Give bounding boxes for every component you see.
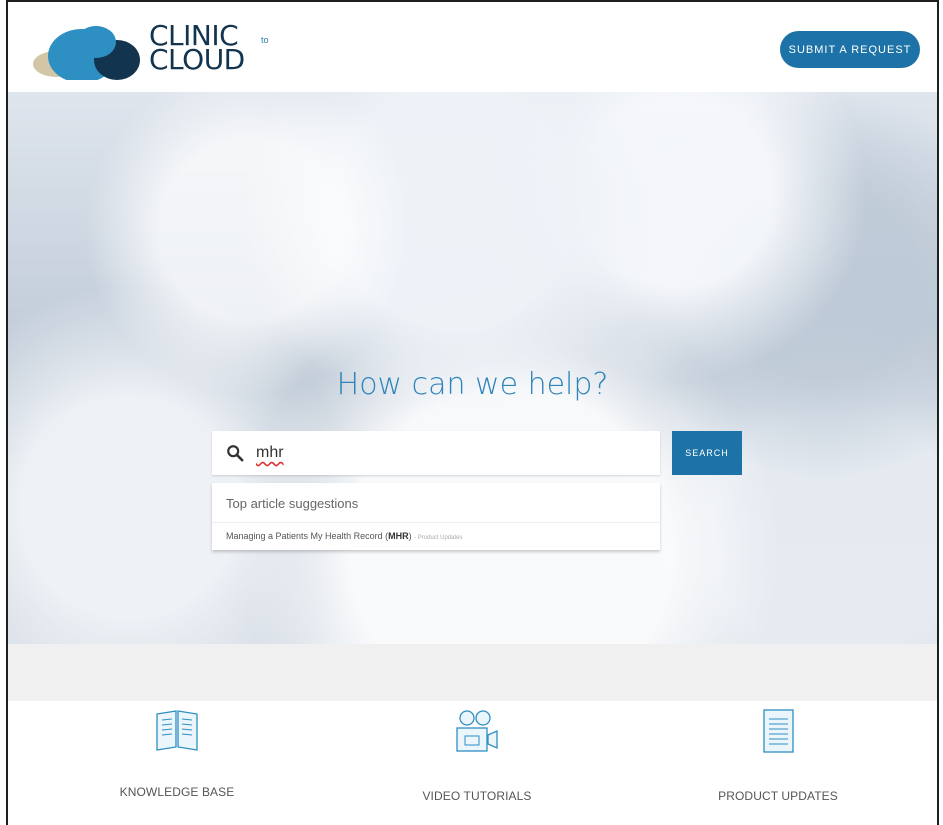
suggestion-category-tag: - Product Updates (414, 535, 463, 541)
hero-title: How can we help? (336, 367, 609, 402)
suggestions-heading: Top article suggestions (226, 496, 359, 511)
divider (212, 522, 660, 523)
search-suggestions-dropdown: Top article suggestions Managing a Patie… (212, 483, 660, 550)
header: CLINIC CLOUD to SUBMIT A REQUEST (8, 2, 937, 92)
cloud-logo-icon (33, 26, 140, 83)
category-product-updates[interactable]: PRODUCT UPDATES (653, 708, 903, 803)
category-label: VIDEO TUTORIALS (422, 789, 532, 803)
search-icon (227, 445, 244, 462)
video-camera-icon (456, 710, 498, 752)
search-query-text: mhr (256, 444, 284, 461)
clinic-to-cloud-logo[interactable]: CLINIC CLOUD to (31, 22, 269, 83)
category-video-tutorials[interactable]: VIDEO TUTORIALS (352, 708, 602, 803)
submit-request-button[interactable]: SUBMIT A REQUEST (780, 31, 920, 68)
gray-divider-band (8, 644, 937, 701)
search-input[interactable]: mhr (212, 431, 660, 475)
suggestion-title-prefix: Managing a Patients My Health Record ( (226, 531, 389, 541)
category-knowledge-base[interactable]: KNOWLEDGE BASE (52, 708, 302, 799)
suggestion-match-highlight: MHR (388, 531, 409, 541)
category-label: KNOWLEDGE BASE (119, 785, 235, 799)
category-label: PRODUCT UPDATES (718, 789, 838, 803)
document-icon (763, 709, 794, 753)
logo-word-cloud: CLOUD (149, 43, 245, 76)
hero-banner: How can we help? mhr SEARCH Top article … (8, 92, 937, 644)
book-icon (156, 710, 198, 751)
search-button[interactable]: SEARCH (672, 431, 742, 475)
page-frame: CLINIC CLOUD to SUBMIT A REQUEST How can… (6, 0, 939, 825)
suggestion-title-suffix: ) (408, 531, 412, 541)
logo-word-to: to (261, 35, 269, 45)
suggestion-item[interactable]: Managing a Patients My Health Record (MH… (226, 531, 462, 541)
logo-text: CLINIC CLOUD (149, 22, 245, 76)
